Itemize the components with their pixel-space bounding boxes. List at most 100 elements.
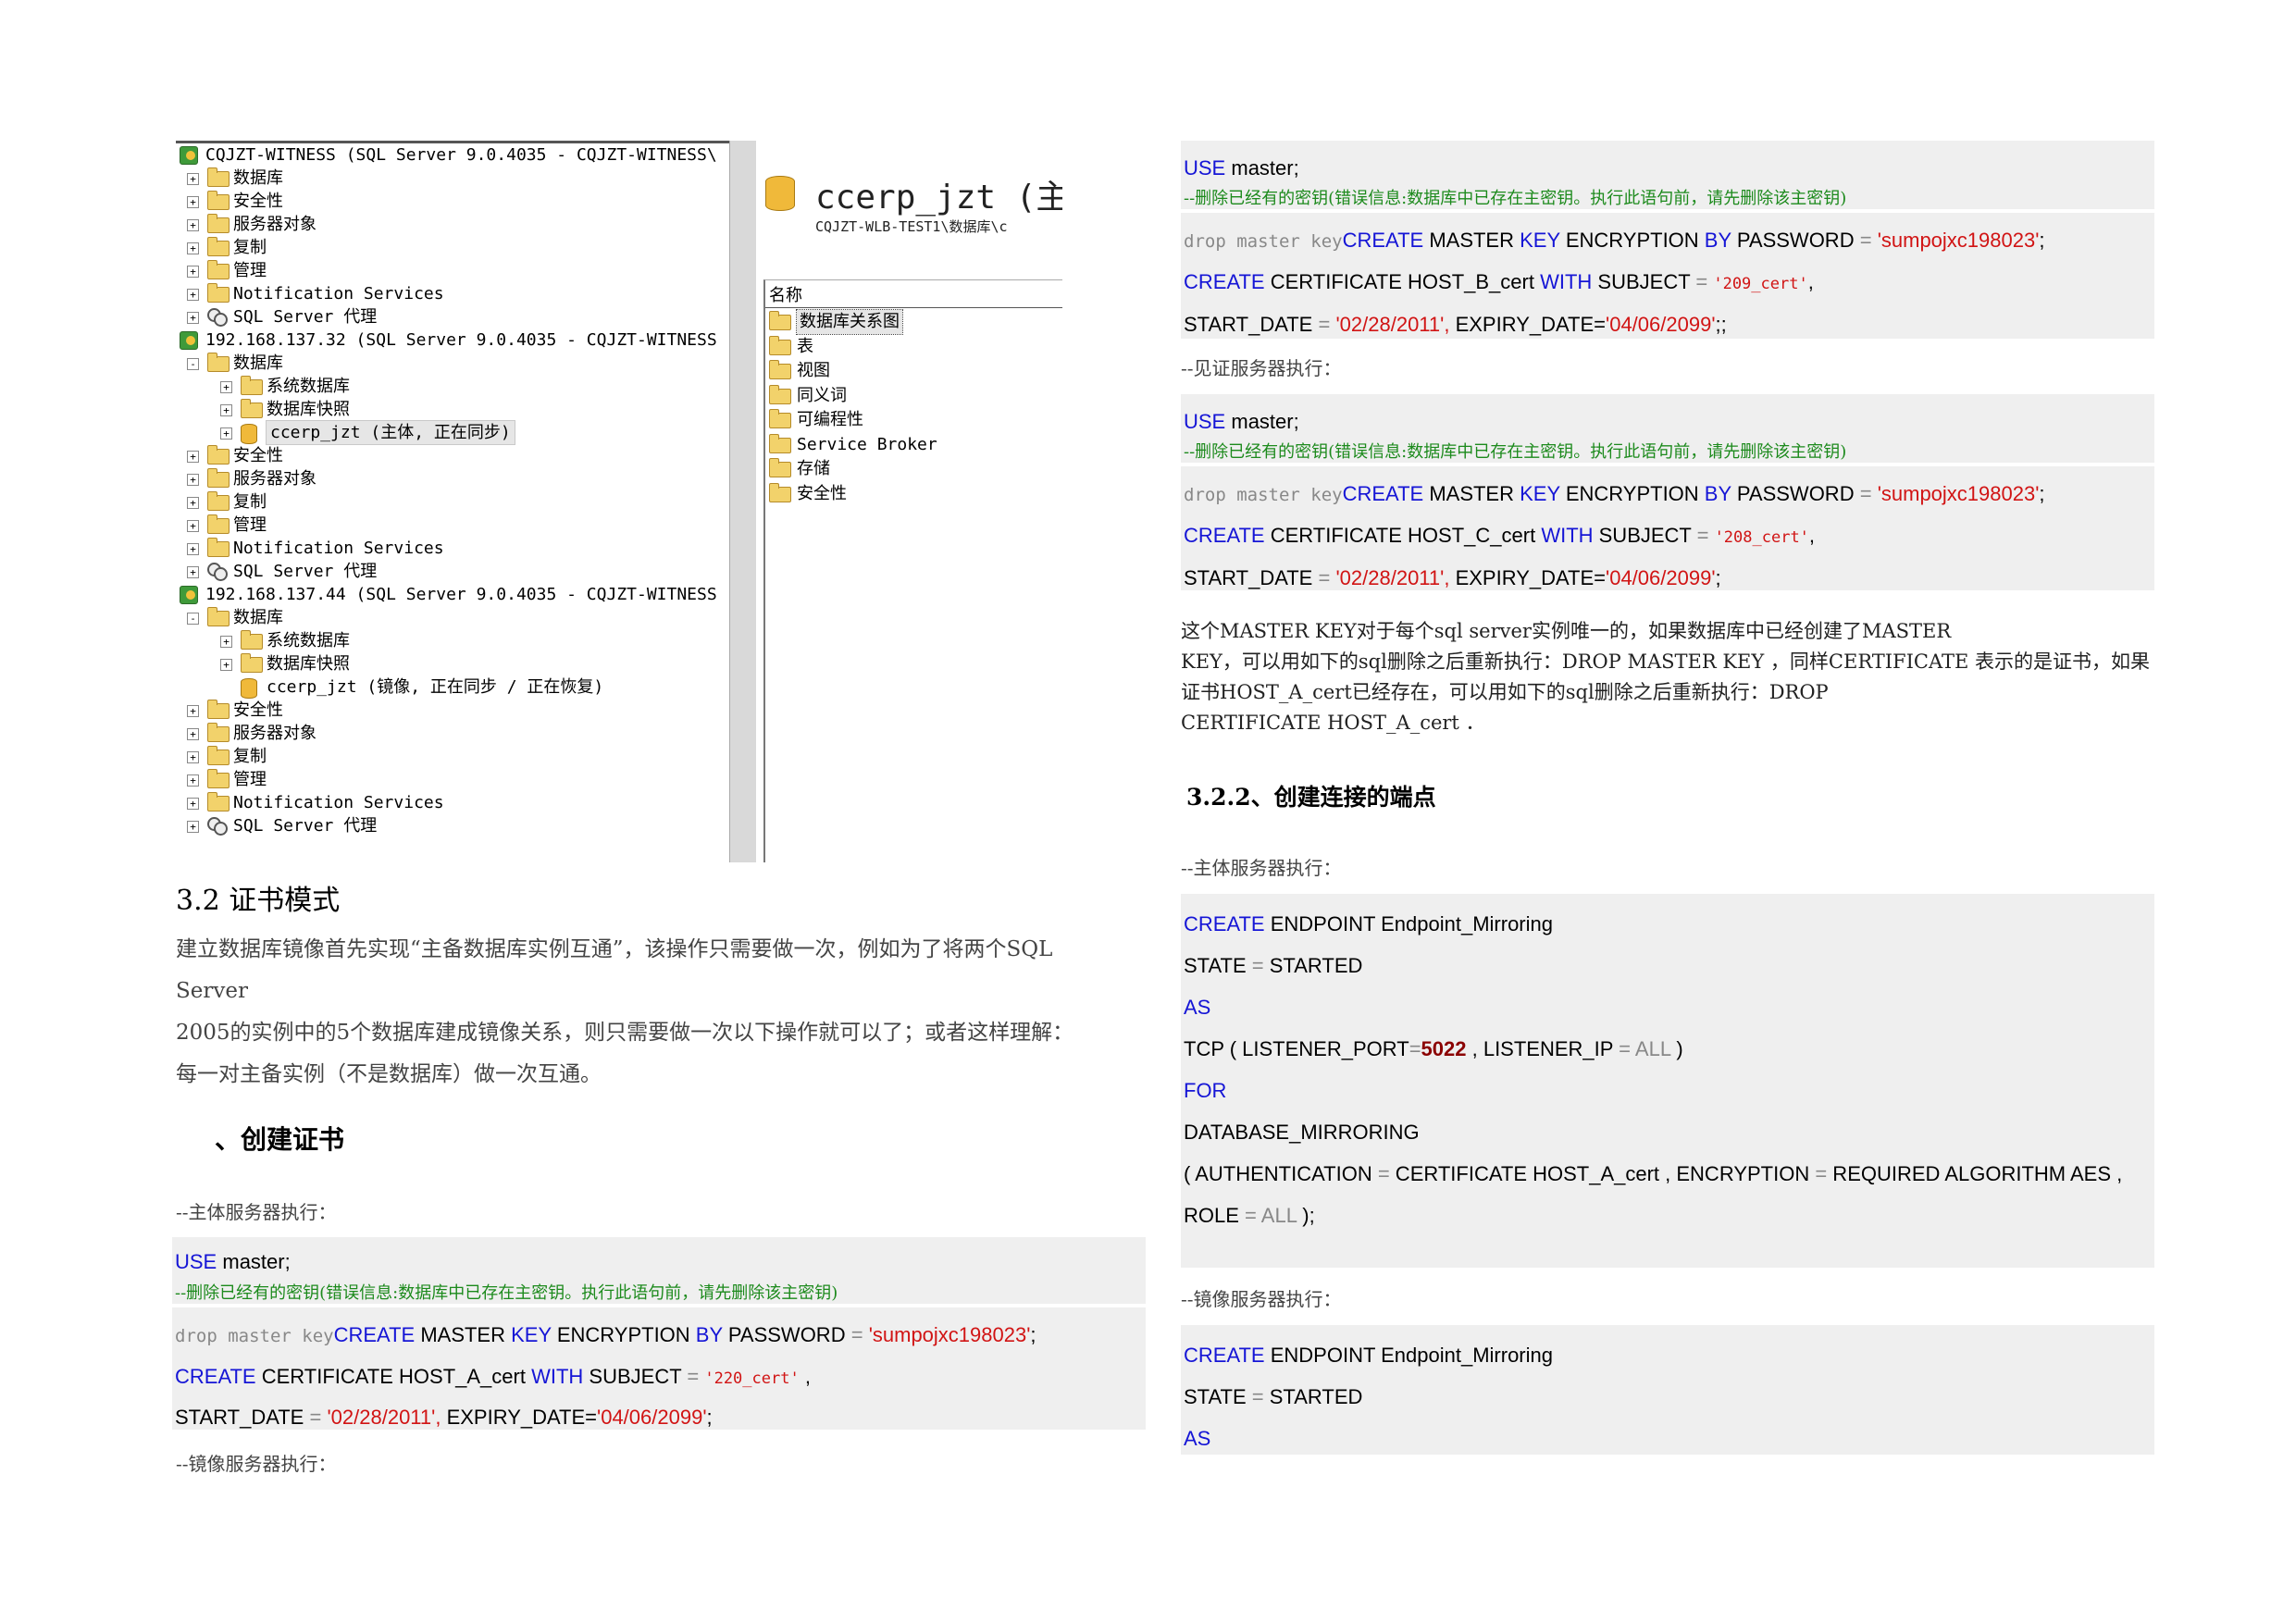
tree-node[interactable]: + 管理 xyxy=(176,768,729,791)
expand-icon[interactable]: + xyxy=(220,381,232,393)
tree-node[interactable]: + 复制 xyxy=(176,490,729,514)
tree-node[interactable]: + 安全性 xyxy=(176,444,729,467)
tree-node-label: 服务器对象 xyxy=(233,724,316,743)
folder-icon xyxy=(207,792,230,812)
code-drop-comment: --删除已经有的密钥(错误信息:数据库中已存在主密钥。执行此语句前，请先删除该主… xyxy=(1184,189,1847,208)
code-use-line: USE master; xyxy=(1184,410,1299,433)
ep-line-3: AS xyxy=(1184,996,1211,1019)
code-use-line: USE master; xyxy=(1184,156,1299,180)
expand-icon[interactable]: + xyxy=(220,404,232,416)
detail-list-label: 同义词 xyxy=(797,385,847,405)
expand-icon[interactable]: + xyxy=(220,659,232,671)
tree-node[interactable]: + SQL Server 代理 xyxy=(176,305,729,328)
expand-icon[interactable]: + xyxy=(187,821,199,833)
tree-node[interactable]: + 管理 xyxy=(176,514,729,537)
expand-icon[interactable]: + xyxy=(187,751,199,763)
expand-icon[interactable]: + xyxy=(187,543,199,555)
folder-icon xyxy=(207,468,230,488)
folder-icon xyxy=(207,214,230,233)
tree-node[interactable]: + 服务器对象 xyxy=(176,722,729,745)
tree-node-label: 复制 xyxy=(233,492,267,512)
folder-icon xyxy=(207,769,230,788)
expand-icon[interactable]: + xyxy=(187,705,199,717)
pane-splitter[interactable] xyxy=(729,141,757,862)
detail-list: 名称 数据库关系图表视图 同义词 可编程性 Service Broker 存储 安全性 xyxy=(763,279,1062,862)
collapse-icon[interactable]: - xyxy=(187,613,199,625)
tree-node[interactable]: + Notification Services xyxy=(176,537,729,560)
ep-line-1: CREATE ENDPOINT Endpoint_Mirroring xyxy=(1184,1344,1553,1367)
folder-icon xyxy=(769,384,791,404)
tree-node[interactable]: + 数据库快照 xyxy=(176,652,729,675)
tree-node-label: 192.168.137.32 (SQL Server 9.0.4035 - CQ… xyxy=(205,330,717,350)
expand-icon[interactable]: + xyxy=(187,497,199,509)
tree-node[interactable]: + 系统数据库 xyxy=(176,629,729,652)
ep-line-7: ( AUTHENTICATION = CERTIFICATE HOST_A_ce… xyxy=(1184,1162,2123,1185)
tree-node[interactable]: + SQL Server 代理 xyxy=(176,560,729,583)
expand-icon[interactable]: + xyxy=(187,196,199,208)
server-icon xyxy=(180,586,198,604)
master-key-note: 这个MASTER KEY对于每个sql server实例唯一的，如果数据库中已经… xyxy=(1181,616,2162,738)
folder-icon xyxy=(769,311,791,330)
column-header-name[interactable]: 名称 xyxy=(765,284,1062,308)
tree-node-label: ccerp_jzt (主体, 正在同步) xyxy=(266,420,515,445)
tree-node[interactable]: ccerp_jzt (镜像, 正在同步 / 正在恢复) xyxy=(176,675,729,699)
tree-node[interactable]: - 数据库 xyxy=(176,352,729,375)
tree-node[interactable]: 192.168.137.32 (SQL Server 9.0.4035 - CQ… xyxy=(176,328,729,352)
endpoint-code-block-mirror: CREATE ENDPOINT Endpoint_Mirroring STATE… xyxy=(1181,1325,2154,1455)
tree-node-label: 管理 xyxy=(233,261,267,280)
expand-icon[interactable]: + xyxy=(187,798,199,810)
tree-node-label: Notification Services xyxy=(233,284,444,304)
tree-node[interactable]: + Notification Services xyxy=(176,791,729,814)
tree-node[interactable]: + 系统数据库 xyxy=(176,375,729,398)
tree-node-label: 管理 xyxy=(233,515,267,535)
tree-node[interactable]: + 数据库快照 xyxy=(176,398,729,421)
tree-node[interactable]: + 管理 xyxy=(176,259,729,282)
tree-node[interactable]: + 复制 xyxy=(176,236,729,259)
folder-icon xyxy=(769,482,791,502)
folder-icon xyxy=(769,433,791,453)
note-line: 证书HOST_A_cert已经存在，可以用如下的sql删除之后重新执行：DROP xyxy=(1181,681,1829,703)
tree-node[interactable]: + SQL Server 代理 xyxy=(176,814,729,837)
expand-icon[interactable]: + xyxy=(187,173,199,185)
para-line: 每一对主备实例（不是数据库）做一次互通。 xyxy=(176,1062,602,1086)
code-drop-comment: --删除已经有的密钥(错误信息:数据库中已存在主密钥。执行此语句前，请先删除该主… xyxy=(1184,442,1847,462)
expand-icon[interactable]: + xyxy=(187,566,199,578)
expand-icon[interactable]: + xyxy=(187,474,199,486)
expand-icon[interactable]: + xyxy=(187,289,199,301)
tree-node[interactable]: + 服务器对象 xyxy=(176,213,729,236)
tree-node[interactable]: CQJZT-WITNESS (SQL Server 9.0.4035 - CQJ… xyxy=(176,143,729,167)
expand-icon[interactable]: + xyxy=(220,636,232,648)
tree-node[interactable]: + 安全性 xyxy=(176,190,729,213)
expand-icon[interactable]: + xyxy=(187,266,199,278)
expand-icon[interactable]: + xyxy=(187,242,199,254)
ep-line-3: AS xyxy=(1184,1427,1211,1450)
expand-icon[interactable]: + xyxy=(220,427,232,440)
cert-code-block-c: USE master; --删除已经有的密钥(错误信息:数据库中已存在主密钥。执… xyxy=(1181,394,2154,590)
folder-icon xyxy=(241,630,263,650)
collapse-icon[interactable]: - xyxy=(187,358,199,370)
code-master-key-line: drop master keyCREATE MASTER KEY ENCRYPT… xyxy=(1184,229,2045,252)
code-date-line: START_DATE = '02/28/2011', EXPIRY_DATE='… xyxy=(1184,566,1721,589)
database-icon xyxy=(765,176,795,211)
code-cert-line: CREATE CERTIFICATE HOST_C_cert WITH SUBJ… xyxy=(1184,524,1816,547)
tree-node[interactable]: + ccerp_jzt (主体, 正在同步) xyxy=(176,420,729,445)
expand-icon[interactable]: + xyxy=(187,774,199,787)
tree-node[interactable]: - 数据库 xyxy=(176,606,729,629)
tree-node[interactable]: + Notification Services xyxy=(176,282,729,305)
agent-icon xyxy=(207,563,228,581)
tree-node[interactable]: + 安全性 xyxy=(176,699,729,722)
tree-node-label: SQL Server 代理 xyxy=(233,307,378,327)
object-explorer-screenshot: CQJZT-WITNESS (SQL Server 9.0.4035 - CQJ… xyxy=(176,141,1062,862)
expand-icon[interactable]: + xyxy=(187,312,199,324)
subsection-create-cert: 、创建证书 xyxy=(215,1124,345,1155)
expand-icon[interactable]: + xyxy=(187,219,199,231)
tree-node[interactable]: 192.168.137.44 (SQL Server 9.0.4035 - CQ… xyxy=(176,583,729,606)
expand-icon[interactable]: + xyxy=(187,520,199,532)
tree-node-label: 系统数据库 xyxy=(267,631,350,650)
expand-icon[interactable]: + xyxy=(187,451,199,463)
tree-node[interactable]: + 复制 xyxy=(176,745,729,768)
expand-icon[interactable]: + xyxy=(187,728,199,740)
tree-node[interactable]: + 数据库 xyxy=(176,167,729,190)
detail-list-label: Service Broker xyxy=(797,434,937,454)
tree-node[interactable]: + 服务器对象 xyxy=(176,467,729,490)
